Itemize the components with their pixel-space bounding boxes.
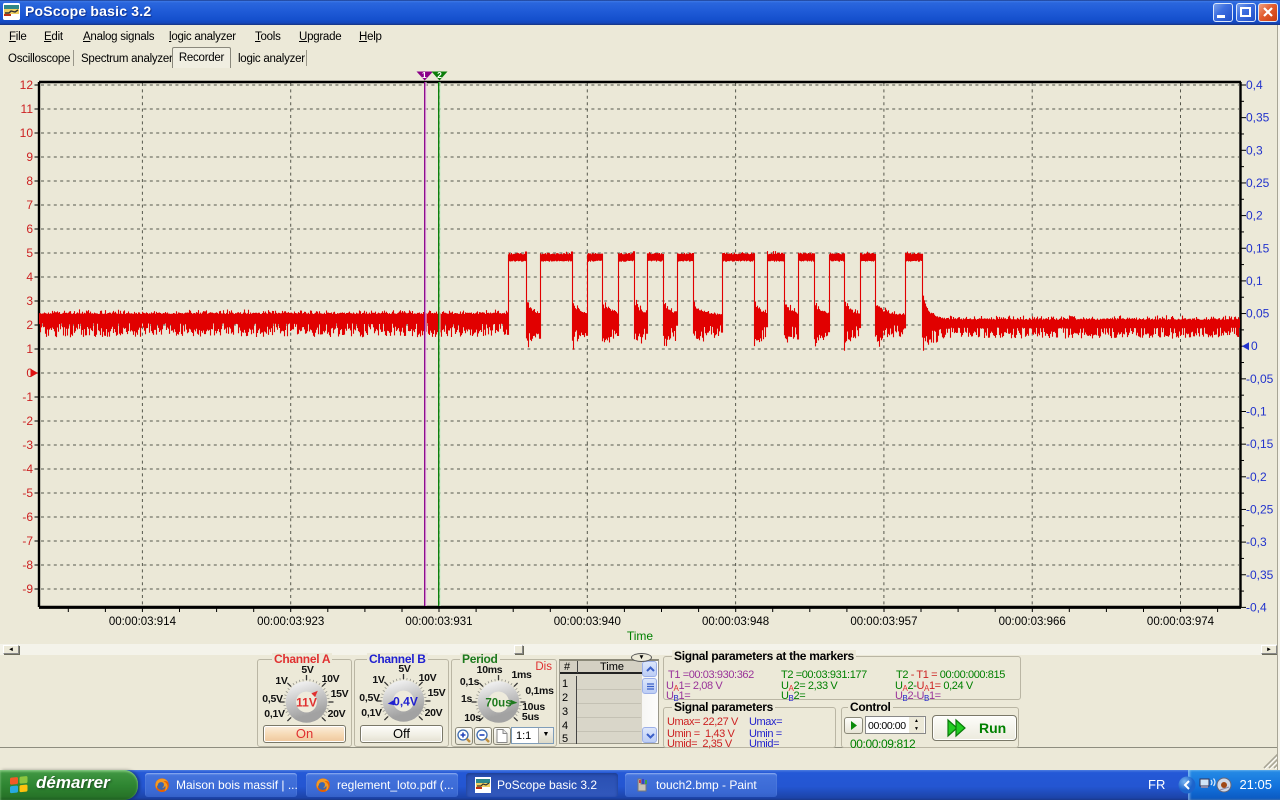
svg-text:00:00:03:931: 00:00:03:931 [405,616,472,628]
svg-text:0,25: 0,25 [1246,176,1270,190]
svg-text:10: 10 [20,126,34,140]
svg-text:9: 9 [26,150,33,164]
svg-text:00:00:03:966: 00:00:03:966 [999,616,1066,628]
svg-text:-0,35: -0,35 [1246,568,1274,582]
svg-text:-0,05: -0,05 [1246,372,1274,386]
svg-text:-0,1: -0,1 [1246,405,1267,419]
svg-text:6: 6 [26,222,33,236]
svg-text:5: 5 [26,246,33,260]
svg-text:-2: -2 [22,414,33,428]
svg-text:00:00:03:923: 00:00:03:923 [257,616,324,628]
svg-text:-0,3: -0,3 [1246,535,1267,549]
svg-text:-9: -9 [22,582,33,596]
svg-text:0,1: 0,1 [1246,274,1263,288]
svg-text:0: 0 [1251,339,1258,353]
svg-text:4: 4 [26,270,33,284]
svg-text:0,05: 0,05 [1246,307,1270,321]
svg-text:-0,25: -0,25 [1246,502,1274,516]
svg-text:8: 8 [26,174,33,188]
svg-text:00:00:03:914: 00:00:03:914 [109,616,177,628]
svg-text:11: 11 [21,102,34,116]
svg-text:00:00:03:940: 00:00:03:940 [554,616,621,628]
svg-text:0,35: 0,35 [1246,111,1270,125]
svg-text:00:00:03:974: 00:00:03:974 [1147,616,1215,628]
svg-text:-8: -8 [22,558,33,572]
svg-text:-6: -6 [22,510,33,524]
svg-text:00:00:03:948: 00:00:03:948 [702,616,769,628]
svg-text:-0,4: -0,4 [1246,600,1267,614]
svg-text:7: 7 [26,198,33,212]
svg-text:11V: 11V [296,696,317,710]
svg-text:-0,2: -0,2 [1246,470,1267,484]
svg-text:0,2: 0,2 [1246,209,1263,223]
svg-text:0,15: 0,15 [1246,241,1270,255]
svg-text:-7: -7 [22,534,33,548]
svg-text:0,4: 0,4 [1246,78,1263,92]
svg-text:2: 2 [437,70,442,80]
svg-text:00:00:03:957: 00:00:03:957 [850,616,917,628]
svg-text:Time: Time [627,629,654,643]
svg-text:3: 3 [26,294,33,308]
svg-text:-5: -5 [22,486,33,500]
svg-text:0,4V: 0,4V [393,695,418,709]
svg-text:1: 1 [26,342,33,356]
svg-text:-3: -3 [22,438,33,452]
svg-text:0,3: 0,3 [1246,143,1263,157]
svg-text:1: 1 [422,70,427,80]
svg-text:70us: 70us [485,698,511,710]
svg-text:-4: -4 [22,462,33,476]
svg-text:2: 2 [26,318,33,332]
svg-text:12: 12 [20,78,34,92]
svg-text:-0,15: -0,15 [1246,437,1274,451]
svg-text:-1: -1 [22,390,33,404]
